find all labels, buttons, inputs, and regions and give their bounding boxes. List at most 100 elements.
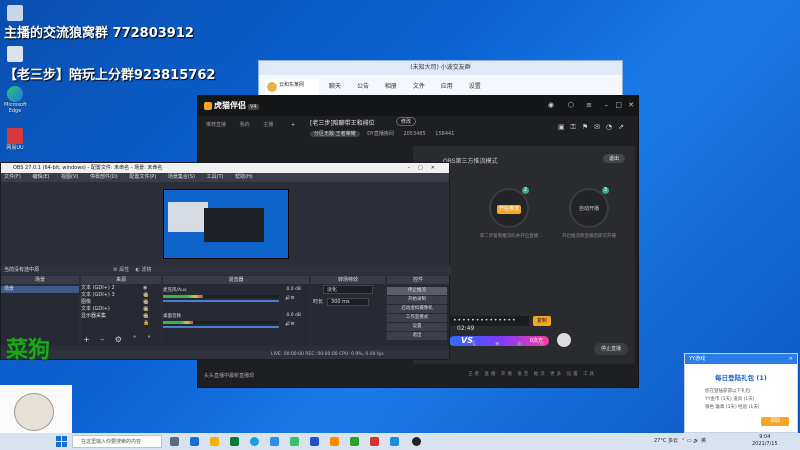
menu-profile[interactable]: 配置文件(P) xyxy=(129,174,156,180)
volume-slider[interactable] xyxy=(163,326,279,328)
menu-docks[interactable]: 停靠部件(D) xyxy=(90,174,118,180)
header-tool-icons[interactable]: ▣⚿⚑✉◔⇗ xyxy=(558,123,630,132)
properties-button[interactable]: ⚙ 属性 xyxy=(113,267,129,273)
file-icon xyxy=(7,46,23,62)
desktop-icon-uu[interactable]: 网易UU xyxy=(4,128,26,151)
stop-live-button[interactable]: 停止直播 xyxy=(594,343,628,355)
weather[interactable]: 27°C 多云 xyxy=(654,438,678,444)
obs-preview[interactable] xyxy=(163,189,289,259)
source-item[interactable]: 图像 ◉ 🔒 xyxy=(81,299,149,312)
app-icon[interactable] xyxy=(290,437,299,446)
chat-window[interactable]: (未知大司) 小波交友群 云和东某网 聊天 公告 相册 文件 应用 设置 xyxy=(258,60,623,100)
minimize-icon[interactable]: – xyxy=(605,101,609,109)
app-icon[interactable] xyxy=(390,437,399,446)
panel-title: OBS第三方推流模式 xyxy=(443,158,498,165)
skin-icon[interactable]: ⬡ xyxy=(568,101,574,109)
source-item[interactable]: 文本 (GDI+) 3 ◉ 🔒 xyxy=(81,292,149,305)
nav-item[interactable]: 我的 xyxy=(240,122,250,128)
step-2-caption: 第二步复制推流码并开启直播 xyxy=(479,234,539,239)
transition-select[interactable]: 淡化 xyxy=(323,285,373,294)
avatar[interactable]: ◉ xyxy=(548,101,554,109)
scene-source-buttons[interactable]: + – ⚙ ˄ ˅ xyxy=(83,335,155,344)
chat-contact[interactable]: 云和东某网 xyxy=(265,79,319,95)
menu-scene-collection[interactable]: 场景集合(S) xyxy=(168,174,195,180)
clock[interactable]: 9:04 2021/7/15 xyxy=(752,434,778,448)
desktop-icon-file[interactable] xyxy=(4,46,26,62)
volume-meter xyxy=(163,295,203,298)
studio-mode-button[interactable]: 工作室模式 xyxy=(387,314,447,322)
duration-field[interactable]: 300 ms xyxy=(327,298,370,306)
nav-item[interactable]: 主播 xyxy=(263,122,273,128)
chat-menu-item[interactable]: 相册 xyxy=(385,83,397,90)
speaker-icon[interactable]: 🔊⚙ xyxy=(285,296,295,301)
close-icon[interactable]: ✕ xyxy=(789,354,793,364)
chat-menu-item[interactable]: 文件 xyxy=(413,83,425,90)
nav-item[interactable]: 推荐直播 xyxy=(206,122,226,128)
overlay-caption: 菜狗 xyxy=(6,337,51,363)
desktop-icon-edge[interactable]: Microsoft Edge xyxy=(4,86,27,114)
virtual-camera-button[interactable]: 启动虚拟摄像机 xyxy=(387,305,447,313)
desktop-icon-label: Microsoft Edge xyxy=(4,102,27,114)
notification-popup[interactable]: YY游戏 ✕ 每日登陆礼包 (1) 您在登陆获得以下礼包: YY金币 (1天) … xyxy=(684,353,798,433)
app-icon[interactable] xyxy=(190,437,199,446)
stop-streaming-button[interactable]: 停止推流 xyxy=(387,287,447,295)
category-tag[interactable]: 分区无敌·王者荣耀 xyxy=(310,131,360,137)
taskbar-search[interactable]: 在这里输入你要搜索的内容 xyxy=(72,435,162,448)
filters-button[interactable]: ◐ 滤镜 xyxy=(135,267,151,273)
start-button[interactable] xyxy=(56,436,67,447)
menu-icon[interactable]: ≡ xyxy=(586,101,592,109)
exit-button[interactable]: 退出 xyxy=(387,332,447,340)
close-icon[interactable]: ✕ xyxy=(628,101,634,109)
source-item[interactable]: 文本 (GDI+) 2 ◉ 🔒 xyxy=(81,285,149,298)
notification-line: YY金币 (1天) 道具 (1天) xyxy=(705,397,755,402)
app-icon[interactable] xyxy=(350,437,359,446)
maximize-icon[interactable]: □ xyxy=(615,101,622,109)
system-tray[interactable]: 27°C 多云 ⌃ ▭ 🔊 英 xyxy=(654,437,706,444)
room-id: DY直播房间 xyxy=(367,131,394,137)
chat-menu-item[interactable]: 应用 xyxy=(441,83,453,90)
source-item[interactable]: 文本 (GDI+) ◉ 🔒 xyxy=(81,306,149,319)
window-controls[interactable]: –□✕ xyxy=(408,163,443,173)
preview-window-thumb xyxy=(168,202,208,232)
desktop-icon-recycle-bin[interactable] xyxy=(4,5,26,21)
obs-title: OBS 27.0.1 (64-bit, windows) - 配置文件: 未命名… xyxy=(1,163,449,173)
obs-window[interactable]: OBS 27.0.1 (64-bit, windows) - 配置文件: 未命名… xyxy=(0,162,451,360)
bottom-strip: 王者 直播 开播 语音 推流 更多 设置 工具 xyxy=(468,372,597,377)
settings-button[interactable]: 设置 xyxy=(387,323,447,331)
menu-help[interactable]: 帮助(H) xyxy=(235,174,253,180)
input-language[interactable]: 英 xyxy=(701,438,706,444)
menu-view[interactable]: 视图(V) xyxy=(61,174,78,180)
scene-item[interactable]: 场景 xyxy=(1,286,79,293)
edit-title-button[interactable]: 修改 xyxy=(396,117,417,126)
source-item[interactable]: 显示器采集 ◉ 🔒 xyxy=(81,313,149,326)
app-icon[interactable] xyxy=(370,437,379,446)
volume-slider[interactable] xyxy=(163,300,279,302)
app-icon[interactable] xyxy=(330,437,339,446)
start-push-button[interactable]: 开始推流 xyxy=(497,205,521,214)
auto-live-button[interactable]: 自动开播 xyxy=(577,205,601,214)
menu-tools[interactable]: 工具(T) xyxy=(207,174,224,180)
file-explorer-icon[interactable] xyxy=(210,437,219,446)
exit-button[interactable]: 退出 xyxy=(602,154,625,163)
edge-icon[interactable] xyxy=(250,437,259,446)
task-view-icon[interactable] xyxy=(170,437,179,446)
copy-button[interactable]: 复制 xyxy=(533,316,551,326)
bottom-tool-icons[interactable]: ▭🎙◉◍⚙ xyxy=(448,341,562,347)
notification-header: YY游戏 ✕ xyxy=(685,354,797,364)
menu-edit[interactable]: 编辑(E) xyxy=(32,174,49,180)
claim-button[interactable]: 领取 xyxy=(761,417,789,426)
chat-menu-item[interactable]: 聊天 xyxy=(329,83,341,90)
add-icon[interactable]: + xyxy=(291,122,295,128)
speaker-icon[interactable]: 🔊⚙ xyxy=(285,322,295,327)
app-icon[interactable] xyxy=(230,437,239,446)
stream-title: [老三步]陪聊带王和排位 xyxy=(310,120,375,127)
preview-app-thumb xyxy=(204,208,264,242)
start-recording-button[interactable]: 开始录制 xyxy=(387,296,447,304)
app-icon[interactable] xyxy=(310,437,319,446)
chat-menu-item[interactable]: 设置 xyxy=(469,83,481,90)
chat-menu-item[interactable]: 公告 xyxy=(357,83,369,90)
app-icon[interactable] xyxy=(270,437,279,446)
obs-icon[interactable] xyxy=(412,437,421,446)
mixer-channel-mic: 麦克风/Aux 0.0 dB 🔊⚙ xyxy=(163,287,301,302)
menu-file[interactable]: 文件(F) xyxy=(4,174,21,180)
